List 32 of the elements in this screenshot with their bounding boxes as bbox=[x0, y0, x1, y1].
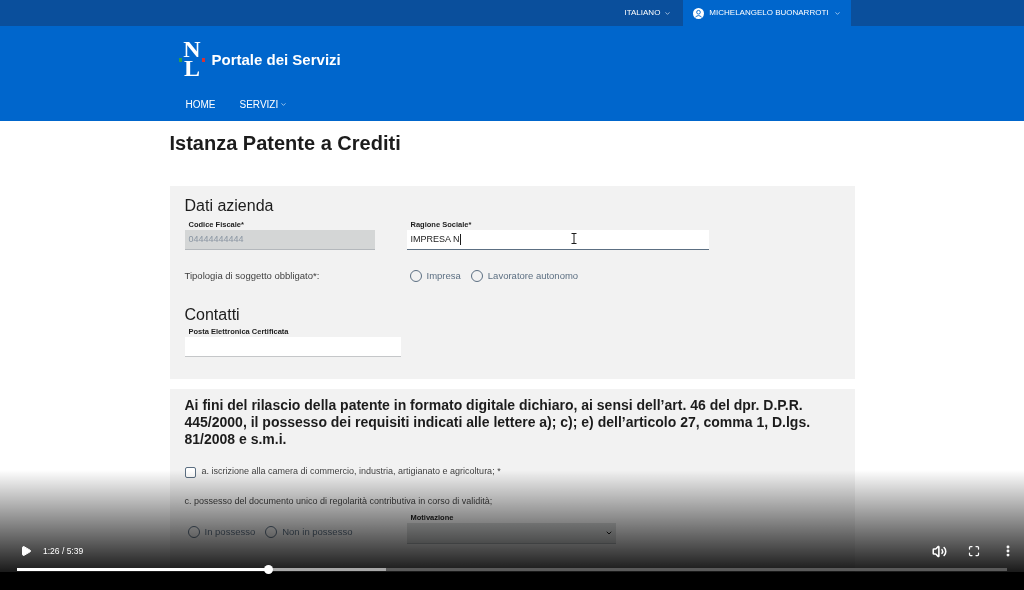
logo-mark: NL bbox=[177, 40, 207, 80]
section-title: Contatti bbox=[184, 305, 240, 325]
radio-option[interactable]: Impresa bbox=[409, 270, 461, 282]
chevron-down-icon bbox=[664, 9, 672, 17]
portal-title: Portale dei Servizi bbox=[211, 49, 341, 70]
volume-icon bbox=[931, 543, 947, 559]
nav-link[interactable]: SERVIZI bbox=[239, 97, 288, 112]
checkbox-option[interactable]: a. iscrizione alla camera di commercio, industria, artigianato e agricoltura; * bbox=[184, 465, 501, 479]
chevron-down-icon bbox=[280, 101, 288, 108]
text-field[interactable] bbox=[184, 337, 401, 357]
caret-icon bbox=[604, 529, 613, 537]
seek-handle[interactable] bbox=[263, 565, 273, 574]
user-menu[interactable]: MICHELANGELO BUONARROTI bbox=[683, 0, 851, 26]
question-text: c. possesso del documento unico di regolarità contributiva in corso di validità; bbox=[184, 495, 493, 509]
text-cursor-icon bbox=[570, 233, 577, 244]
page-title: Istanza Patente a Crediti bbox=[169, 131, 401, 155]
field-label: Tipologia di soggetto obbligato*: bbox=[184, 268, 321, 283]
radio-option[interactable]: Lavoratore autonomo bbox=[470, 270, 579, 282]
volume-button[interactable] bbox=[931, 543, 947, 559]
declaration-text: Ai fini del rilascio della patente in formato digitale dichiaro, ai sensi dell’art. 46 del dpr. D.P.R. 445/2000, il possesso dei requisiti indicati alle lettere a); c); e) dell’articolo 27, comma 1, D.lgs. 81/2008 e s.m.i. bbox=[184, 397, 812, 448]
nav-link[interactable]: HOME bbox=[185, 97, 216, 112]
play-icon bbox=[20, 545, 32, 557]
time-display: 1:26 / 5:39 bbox=[43, 544, 84, 558]
fullscreen-button[interactable] bbox=[966, 543, 982, 559]
user-avatar-icon bbox=[693, 7, 705, 19]
section-title: Dati azienda bbox=[184, 196, 274, 216]
text-caret bbox=[459, 234, 461, 245]
chevron-down-icon bbox=[833, 9, 841, 17]
fullscreen-icon bbox=[968, 545, 980, 557]
language-menu[interactable]: ITALIANO bbox=[612, 0, 684, 26]
text-field[interactable]: IMPRESA N bbox=[406, 230, 709, 250]
seek-slider[interactable] bbox=[17, 565, 1007, 574]
